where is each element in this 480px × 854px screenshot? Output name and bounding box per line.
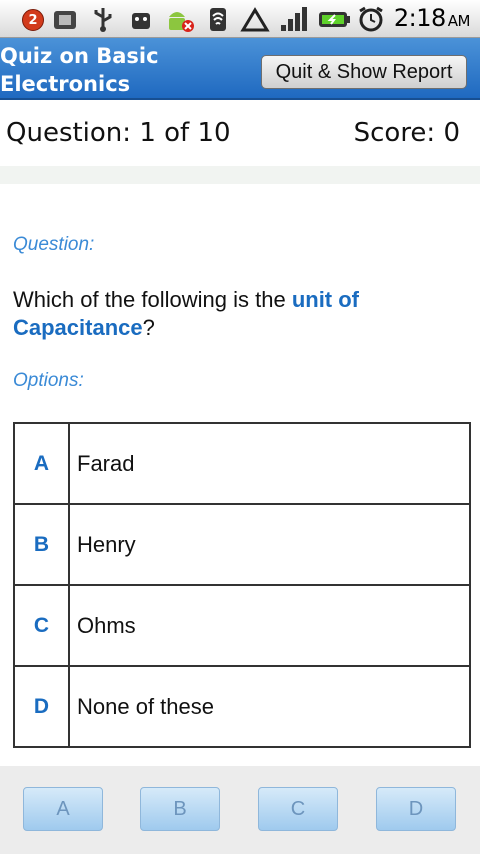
answer-b-button[interactable]: B <box>140 787 220 831</box>
question-label: Question: <box>13 234 95 255</box>
wifi-icon <box>210 8 226 31</box>
option-row-c[interactable]: C Ohms <box>13 584 471 667</box>
sim-card-icon <box>54 11 76 29</box>
option-text: Henry <box>68 503 471 586</box>
status-bar: 2 2:18 AM <box>0 0 480 38</box>
android-debug-icon <box>132 13 150 29</box>
signal-icon <box>281 7 307 31</box>
quiz-info-bar: Question: 1 of 10 Score: 0 <box>0 102 480 166</box>
android-error-icon <box>169 12 194 32</box>
options-label: Options: <box>13 370 84 391</box>
answer-button-bar: A B C D <box>0 766 480 854</box>
question-text-start: Which of the following is the <box>13 287 292 312</box>
app-title-line1: Quiz on Basic <box>0 44 159 68</box>
option-letter: C <box>13 584 70 667</box>
ampm-text: AM <box>447 12 471 30</box>
option-text: None of these <box>68 665 471 748</box>
option-letter: B <box>13 503 70 586</box>
app-title-line2: Electronics <box>0 72 131 96</box>
usb-icon <box>94 8 112 32</box>
option-letter: A <box>13 422 70 505</box>
option-letter: D <box>13 665 70 748</box>
option-row-b[interactable]: B Henry <box>13 503 471 586</box>
option-row-d[interactable]: D None of these <box>13 665 471 748</box>
time-text: 2:18 <box>393 4 446 32</box>
option-text: Ohms <box>68 584 471 667</box>
options-table: A Farad B Henry C Ohms D None of these <box>13 422 471 748</box>
question-text: Which of the following is the unit of Ca… <box>13 286 453 342</box>
answer-a-button[interactable]: A <box>23 787 103 831</box>
option-row-a[interactable]: A Farad <box>13 422 471 505</box>
alarm-icon <box>359 6 383 32</box>
warning-triangle-icon <box>240 7 270 32</box>
battery-charging-icon <box>319 12 350 27</box>
quit-show-report-button[interactable]: Quit & Show Report <box>261 55 467 89</box>
app-title: Quiz on Basic Electronics <box>0 42 240 98</box>
app-title-bar: Quiz on Basic Electronics Quit & Show Re… <box>0 38 480 100</box>
question-text-end: ? <box>142 315 155 340</box>
divider <box>0 166 480 184</box>
answer-c-button[interactable]: C <box>258 787 338 831</box>
status-time: 2:18 AM <box>393 4 471 32</box>
score-display: Score: 0 <box>353 118 460 148</box>
option-text: Farad <box>68 422 471 505</box>
notification-badge-icon: 2 <box>22 9 44 31</box>
question-counter: Question: 1 of 10 <box>6 118 231 148</box>
answer-d-button[interactable]: D <box>376 787 456 831</box>
